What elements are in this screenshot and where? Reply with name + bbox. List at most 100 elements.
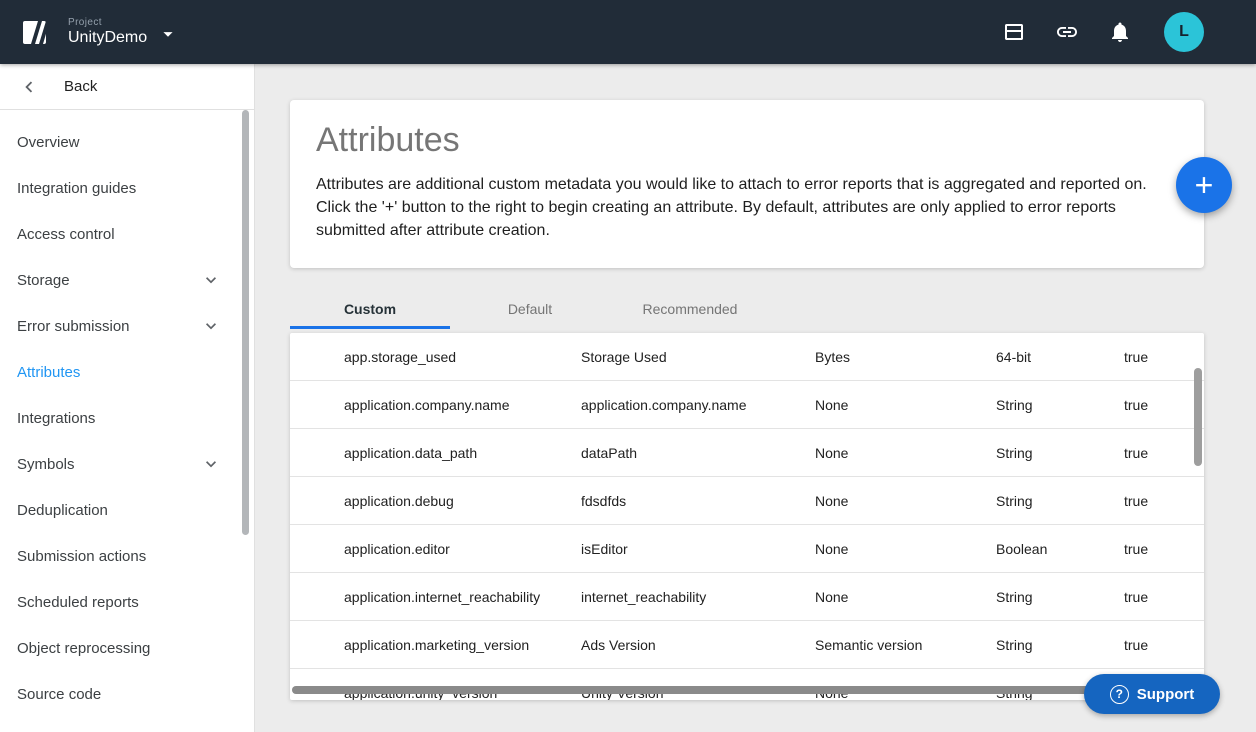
sidebar-item-integration-guides[interactable]: Integration guides [0,165,254,211]
table-body: app.storage_usedStorage UsedBytes64-bitt… [290,333,1204,700]
sidebar: Back Overview Integration guides Access … [0,64,255,732]
user-avatar[interactable]: L [1164,12,1204,52]
sidebar-item-deduplication[interactable]: Deduplication [0,487,254,533]
link-icon[interactable] [1055,20,1079,44]
table-cell: String [996,637,1124,653]
table-cell: internet_reachability [581,589,815,605]
sidebar-item-overview[interactable]: Overview [0,119,254,165]
sidebar-item-integrations[interactable]: Integrations [0,395,254,441]
table-cell: true [1124,397,1204,413]
table-cell: true [1124,445,1204,461]
tabs: Custom Default Recommended [290,292,770,326]
tab-label: Default [508,301,552,317]
table-horizontal-scrollbar[interactable] [292,686,1184,694]
table-row[interactable]: application.data_pathdataPathNoneStringt… [290,429,1204,477]
table-cell: String [996,397,1124,413]
table-row[interactable]: application.editorisEditorNoneBooleantru… [290,525,1204,573]
table-row[interactable]: application.unity_versionUnity VersionNo… [290,669,1204,700]
sidebar-item-label: Integrations [17,410,95,427]
table-cell: app.storage_used [344,349,581,365]
project-switcher[interactable]: Project UnityDemo [68,15,179,50]
chevron-left-icon [18,76,40,98]
attributes-header-card: Attributes Attributes are additional cus… [290,100,1204,268]
table-cell: None [815,589,996,605]
table-cell: true [1124,589,1204,605]
table-cell: true [1124,541,1204,557]
table-cell: true [1124,349,1204,365]
table-cell: String [996,445,1124,461]
help-icon: ? [1110,685,1129,704]
tab-label: Recommended [643,301,738,317]
chevron-down-icon [201,270,221,294]
table-row[interactable]: app.storage_usedStorage UsedBytes64-bitt… [290,333,1204,381]
page-title: Attributes [316,121,1178,160]
sidebar-item-label: Error submission [17,318,130,335]
table-cell: Ads Version [581,637,815,653]
sidebar-nav: Overview Integration guides Access contr… [0,110,254,717]
table-cell: application.internet_reachability [344,589,581,605]
table-cell: dataPath [581,445,815,461]
sidebar-item-label: Submission actions [17,548,146,565]
add-attribute-button[interactable]: + [1176,157,1232,213]
sidebar-item-access-control[interactable]: Access control [0,211,254,257]
topbar: Project UnityDemo L [0,0,1256,64]
back-label: Back [64,78,97,95]
sidebar-item-label: Object reprocessing [17,640,150,657]
sidebar-item-label: Storage [17,272,70,289]
sidebar-item-storage[interactable]: Storage [0,257,254,303]
sidebar-item-submission-actions[interactable]: Submission actions [0,533,254,579]
sidebar-item-object-reprocessing[interactable]: Object reprocessing [0,625,254,671]
tab-label: Custom [344,301,396,317]
project-name: UnityDemo [68,29,147,47]
table-row[interactable]: application.marketing_versionAds Version… [290,621,1204,669]
plus-icon: + [1195,169,1214,201]
sidebar-item-label: Deduplication [17,502,108,519]
table-cell: true [1124,637,1204,653]
table-cell: fdsdfds [581,493,815,509]
table-cell: None [815,493,996,509]
sidebar-item-label: Overview [17,134,80,151]
attributes-table: app.storage_usedStorage UsedBytes64-bitt… [290,333,1204,700]
bell-icon[interactable] [1108,20,1132,44]
sidebar-item-label: Symbols [17,456,75,473]
back-button[interactable]: Back [0,64,254,110]
table-cell: application.company.name [344,397,581,413]
table-cell: Boolean [996,541,1124,557]
sidebar-item-label: Scheduled reports [17,594,139,611]
sidebar-item-label: Attributes [17,364,80,381]
table-cell: application.data_path [344,445,581,461]
page-description: Attributes are additional custom metadat… [316,173,1168,242]
table-cell: Storage Used [581,349,815,365]
dashboard-icon[interactable] [1002,20,1026,44]
sidebar-item-scheduled-reports[interactable]: Scheduled reports [0,579,254,625]
sidebar-item-label: Source code [17,686,101,703]
table-row[interactable]: application.debugfdsdfdsNoneStringtrue [290,477,1204,525]
app-logo[interactable] [18,15,52,49]
sidebar-scrollbar[interactable] [242,110,249,535]
tab-default[interactable]: Default [450,292,610,326]
table-cell: application.company.name [581,397,815,413]
table-cell: Bytes [815,349,996,365]
main-content: Attributes Attributes are additional cus… [256,64,1256,732]
support-label: Support [1137,686,1195,703]
table-row[interactable]: application.company.nameapplication.comp… [290,381,1204,429]
sidebar-item-error-submission[interactable]: Error submission [0,303,254,349]
sidebar-item-symbols[interactable]: Symbols [0,441,254,487]
table-cell: String [996,493,1124,509]
sidebar-item-attributes[interactable]: Attributes [0,349,254,395]
sidebar-item-source-code[interactable]: Source code [0,671,254,717]
table-cell: application.debug [344,493,581,509]
tab-custom[interactable]: Custom [290,292,450,326]
project-label: Project [68,17,147,28]
table-row[interactable]: application.internet_reachabilityinterne… [290,573,1204,621]
chevron-down-icon [201,454,221,478]
table-horizontal-scrollbar-thumb[interactable] [292,686,1157,694]
tab-recommended[interactable]: Recommended [610,292,770,326]
chevron-down-icon [201,316,221,340]
table-cell: application.marketing_version [344,637,581,653]
table-cell: true [1124,493,1204,509]
sidebar-item-label: Access control [17,226,115,243]
table-vertical-scrollbar[interactable] [1194,368,1202,466]
support-button[interactable]: ? Support [1084,674,1220,714]
table-cell: application.editor [344,541,581,557]
